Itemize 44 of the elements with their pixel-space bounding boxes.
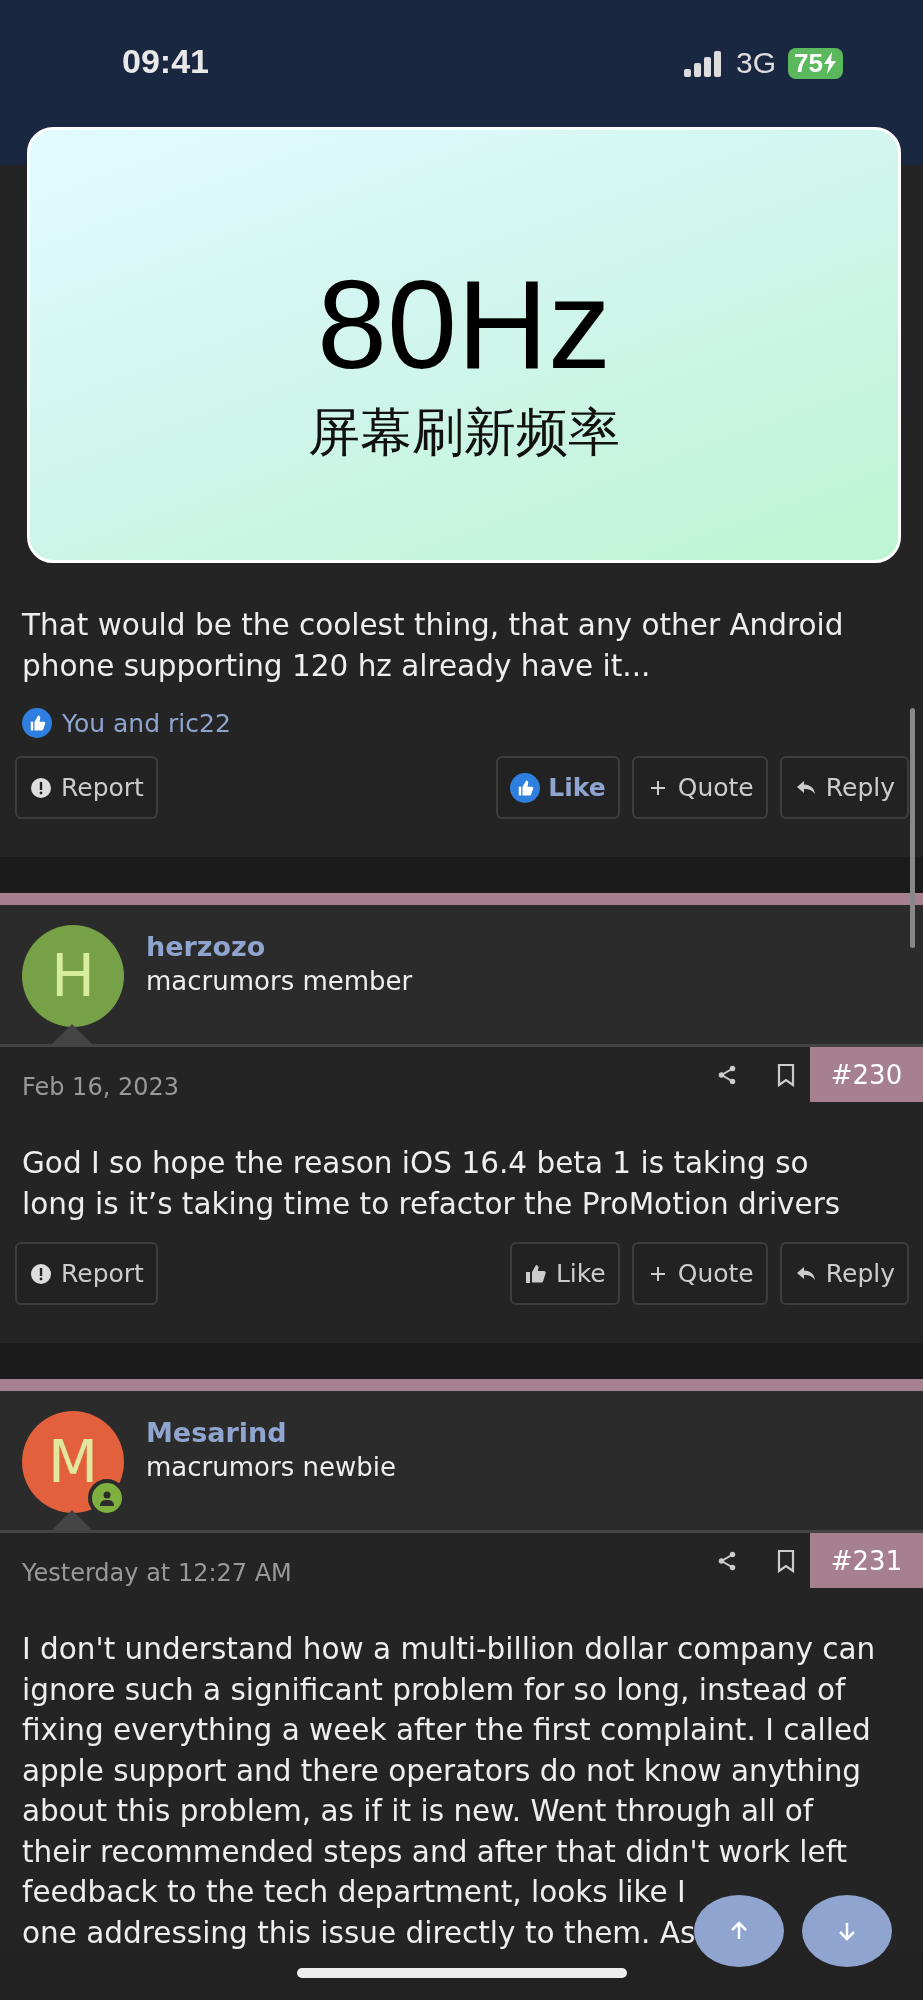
reply-button[interactable]: Reply — [779, 756, 909, 819]
post-text-line: one addressing this issue directly to them. As — [22, 1914, 696, 1952]
post-text-line: That would be the coolest thing, that any other Android — [22, 607, 844, 644]
post-text-line: feedback to the tech department, looks like I — [22, 1874, 686, 1911]
user-title: macrumors member — [146, 966, 413, 996]
post-text-line: phone supporting 120 hz already have it... — [22, 647, 651, 685]
like-button[interactable]: Like — [509, 1242, 620, 1305]
refresh-rate-value: 80Hz — [316, 262, 612, 388]
report-button[interactable]: Report — [15, 756, 158, 819]
post-text-line: fixing everything a week after the first complaint. I called — [22, 1712, 871, 1749]
exclamation-icon — [29, 775, 53, 800]
post-text-line: about this problem, as if it is new. Went through all of — [22, 1793, 814, 1830]
username-link[interactable]: herzozo — [146, 931, 413, 962]
header-pointer — [52, 1510, 92, 1530]
post-date: Yesterday at 12:27 AM — [22, 1559, 292, 1587]
thumbs-up-icon — [510, 772, 541, 803]
thumbs-up-icon — [22, 708, 52, 738]
quote-button[interactable]: Quote — [631, 1242, 768, 1305]
network-label: 3G — [736, 46, 777, 80]
post-text-line: their recommended steps and after that didn't work left — [22, 1833, 848, 1871]
exclamation-icon — [29, 1261, 53, 1286]
post-text-line: God I so hope the reason iOS 16.4 beta 1 is taking so — [22, 1145, 809, 1182]
header-pointer — [52, 1024, 92, 1044]
post-date: Feb 16, 2023 — [22, 1073, 179, 1101]
reactions-link[interactable]: You and ric22 — [62, 708, 231, 738]
bookmark-icon[interactable] — [776, 1548, 796, 1573]
battery-indicator: 75 — [788, 47, 843, 79]
report-button[interactable]: Report — [15, 1242, 158, 1305]
avatar: H — [22, 925, 124, 1027]
reply-button[interactable]: Reply — [779, 1242, 909, 1305]
username-link[interactable]: Mesarind — [146, 1417, 396, 1448]
post-text-line: ignore such a significant problem for so long, instead of — [22, 1671, 846, 1709]
post-text-line: long is it’s taking time to refactor the ProMotion drivers — [22, 1185, 841, 1223]
post-text-line: apple support and there operators do not know anything — [22, 1752, 862, 1790]
bookmark-icon[interactable] — [776, 1062, 796, 1087]
refresh-rate-label: 屏幕刷新频率 — [308, 401, 620, 464]
like-button[interactable]: Like — [496, 756, 620, 819]
quote-button[interactable]: Quote — [631, 756, 768, 819]
share-icon[interactable] — [716, 1063, 738, 1086]
user-title: macrumors newbie — [146, 1452, 396, 1482]
share-icon[interactable] — [716, 1549, 738, 1572]
status-time: 09:41 — [122, 42, 209, 81]
post-text-line: I don't understand how a multi-billion dollar company can — [22, 1631, 876, 1668]
avatar: M — [22, 1411, 124, 1513]
